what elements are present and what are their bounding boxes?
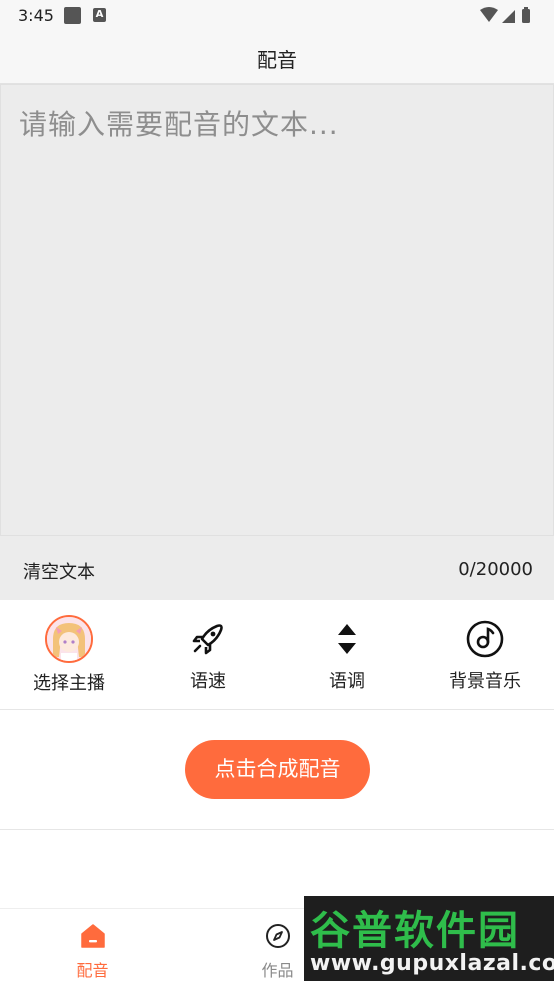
home-icon bbox=[80, 924, 105, 948]
square-icon bbox=[64, 7, 81, 24]
text-input-area[interactable]: 请输入需要配音的文本... bbox=[0, 84, 554, 536]
up-down-icon bbox=[338, 624, 356, 654]
text-input-placeholder: 请输入需要配音的文本... bbox=[19, 108, 339, 141]
compass-icon bbox=[265, 924, 290, 948]
pitch-label: 语调 bbox=[329, 671, 365, 692]
background-music-label: 背景音乐 bbox=[449, 671, 521, 692]
speed-label: 语速 bbox=[190, 671, 226, 692]
select-anchor-label: 选择主播 bbox=[33, 673, 105, 694]
wifi-icon bbox=[480, 7, 498, 22]
synthesize-button[interactable]: 点击合成配音 bbox=[185, 740, 370, 799]
nav-dubbing-label: 配音 bbox=[76, 961, 109, 980]
pitch-option[interactable]: 语调 bbox=[278, 600, 416, 710]
clear-text-button[interactable]: 清空文本 bbox=[23, 558, 95, 584]
synth-area: 点击合成配音 bbox=[0, 710, 554, 830]
speed-option[interactable]: 语速 bbox=[139, 600, 277, 710]
background-music-option[interactable]: 背景音乐 bbox=[416, 600, 554, 710]
status-bar: 3:45 A bbox=[0, 0, 554, 32]
page-title: 配音 bbox=[257, 48, 297, 72]
status-time: 3:45 bbox=[18, 6, 54, 25]
avatar bbox=[45, 615, 93, 663]
rocket-icon bbox=[192, 624, 223, 655]
nav-dubbing[interactable]: 配音 bbox=[0, 909, 185, 984]
signal-icon bbox=[502, 10, 515, 23]
system-status-icons bbox=[480, 7, 530, 23]
editor-footer: 清空文本 0/20000 bbox=[0, 536, 554, 600]
text-a-icon: A bbox=[93, 8, 106, 22]
music-disc-icon bbox=[466, 620, 504, 658]
battery-icon bbox=[522, 9, 530, 23]
voice-options: 选择主播 语速 语调 背景音乐 bbox=[0, 600, 554, 710]
select-anchor-option[interactable]: 选择主播 bbox=[0, 600, 138, 710]
char-count: 0/20000 bbox=[458, 559, 533, 580]
watermark-url: www.gupuxlazal.com bbox=[310, 951, 554, 976]
app-header: 配音 bbox=[0, 32, 554, 84]
watermark-logo: 谷普软件园 bbox=[310, 908, 520, 954]
site-watermark: 谷普软件园 www.gupuxlazal.com bbox=[304, 896, 554, 981]
